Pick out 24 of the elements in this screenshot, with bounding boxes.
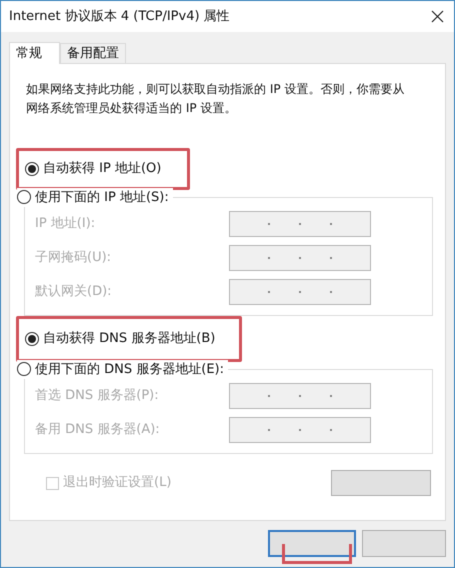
- field-label: 默认网关(D):: [34, 283, 113, 302]
- field-label: IP 地址(I):: [34, 215, 96, 234]
- radio-option[interactable]: 使用下面的 IP 地址(S):: [17, 188, 173, 207]
- advanced-button[interactable]: [331, 470, 431, 496]
- radio-button[interactable]: [17, 190, 31, 204]
- cancel-button[interactable]: [362, 530, 446, 557]
- ip-address-field[interactable]: [229, 245, 371, 271]
- radio-button[interactable]: [25, 162, 39, 176]
- close-icon[interactable]: [431, 10, 444, 23]
- ok-button[interactable]: [268, 530, 356, 557]
- tab[interactable]: 备用配置: [60, 43, 126, 63]
- radio-button[interactable]: [25, 332, 39, 346]
- description-text: 如果网络支持此功能，则可以获取自动指派的 IP 设置。否则，你需要从网络系统管理员处获得适当的 IP 设置。: [25, 81, 406, 117]
- field-label: 备用 DNS 服务器(A):: [34, 421, 161, 440]
- radio-button[interactable]: [17, 362, 31, 376]
- ip-address-field[interactable]: [229, 417, 371, 443]
- window-title: Internet 协议版本 4 (TCP/IPv4) 属性: [9, 8, 230, 26]
- tab[interactable]: 常规: [9, 42, 60, 64]
- ip-address-field[interactable]: [229, 279, 371, 305]
- field-label: 首选 DNS 服务器(P):: [34, 387, 160, 406]
- field-label: 子网掩码(U):: [34, 249, 112, 268]
- radio-option[interactable]: 使用下面的 DNS 服务器地址(E):: [17, 360, 228, 379]
- ip-address-field[interactable]: [229, 211, 371, 237]
- ip-address-field[interactable]: [229, 383, 371, 409]
